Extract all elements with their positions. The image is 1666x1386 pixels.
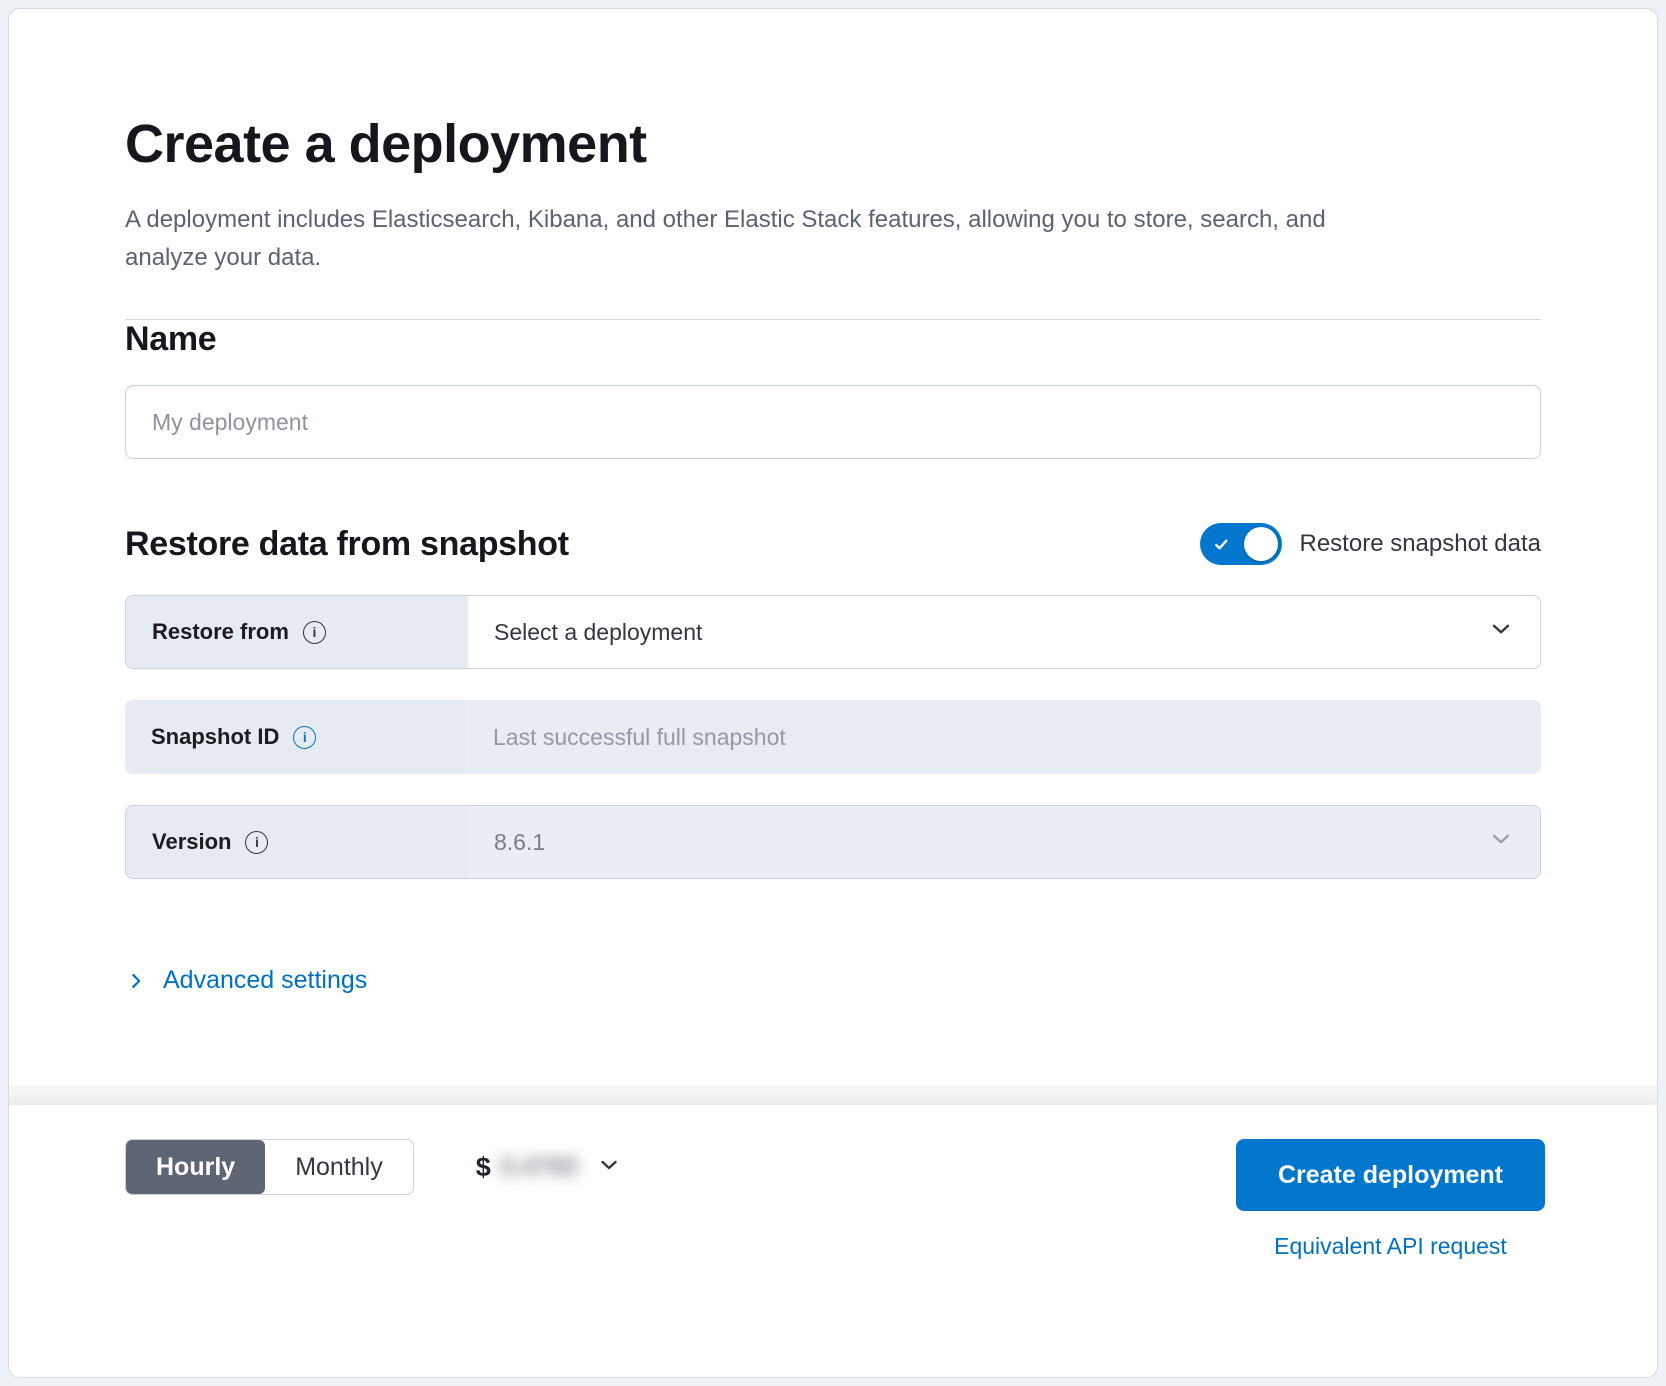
advanced-settings-label: Advanced settings (163, 966, 367, 995)
restore-from-label: Restore from (152, 619, 289, 645)
version-label-cell: Version i (126, 806, 468, 878)
check-icon (1213, 536, 1230, 558)
snapshot-id-input: Last successful full snapshot (467, 700, 1541, 774)
restore-form-rows: Restore from i Select a deployment Snaps… (125, 595, 1541, 879)
advanced-settings-link[interactable]: Advanced settings (125, 966, 367, 995)
billing-interval-toggle: Hourly Monthly (125, 1139, 414, 1195)
snapshot-id-row: Snapshot ID i Last successful full snaps… (125, 700, 1541, 774)
chevron-right-icon (125, 970, 147, 992)
price-dropdown[interactable]: $ 0.4793 (476, 1139, 622, 1195)
price-currency: $ (476, 1152, 491, 1183)
price-value-blurred: 0.4793 (501, 1153, 577, 1182)
main-content: Create a deployment A deployment include… (9, 9, 1657, 1085)
version-label: Version (152, 829, 231, 855)
page-title: Create a deployment (125, 113, 1541, 175)
equivalent-api-request-link[interactable]: Equivalent API request (1274, 1233, 1507, 1260)
snapshot-id-label: Snapshot ID (151, 724, 279, 750)
restore-from-label-cell: Restore from i (126, 596, 468, 668)
restore-from-select-value: Select a deployment (494, 619, 702, 646)
page-subtitle: A deployment includes Elasticsearch, Kib… (125, 201, 1415, 277)
footer-gap (9, 1085, 1657, 1105)
version-row: Version i 8.6.1 (125, 805, 1541, 879)
version-select: 8.6.1 (468, 806, 1540, 878)
footer-bar: Hourly Monthly $ 0.4793 Create deploymen… (9, 1105, 1657, 1377)
deployment-name-input[interactable] (125, 385, 1541, 459)
restore-from-select[interactable]: Select a deployment (468, 596, 1540, 668)
restore-from-row: Restore from i Select a deployment (125, 595, 1541, 669)
billing-hourly-button[interactable]: Hourly (126, 1140, 265, 1194)
snapshot-id-placeholder: Last successful full snapshot (493, 724, 786, 751)
restore-toggle-label: Restore snapshot data (1300, 530, 1542, 558)
version-select-value: 8.6.1 (494, 829, 545, 856)
restore-toggle-group: Restore snapshot data (1200, 523, 1542, 565)
restore-section-header: Restore data from snapshot Restore snaps… (125, 523, 1541, 565)
restore-section-heading: Restore data from snapshot (125, 525, 569, 564)
snapshot-id-label-cell: Snapshot ID i (125, 700, 467, 774)
restore-snapshot-toggle[interactable] (1200, 523, 1282, 565)
create-deployment-button[interactable]: Create deployment (1236, 1139, 1545, 1211)
chevron-down-icon (1488, 616, 1514, 648)
create-deployment-card: Create a deployment A deployment include… (8, 8, 1658, 1378)
footer-actions: Create deployment Equivalent API request (1236, 1139, 1545, 1260)
info-icon[interactable]: i (293, 726, 316, 749)
info-icon[interactable]: i (245, 831, 268, 854)
chevron-down-icon (597, 1153, 621, 1182)
info-icon[interactable]: i (303, 621, 326, 644)
name-section-heading: Name (125, 320, 1541, 359)
chevron-down-icon (1488, 826, 1514, 858)
billing-monthly-button[interactable]: Monthly (265, 1140, 413, 1194)
toggle-knob (1244, 527, 1278, 561)
